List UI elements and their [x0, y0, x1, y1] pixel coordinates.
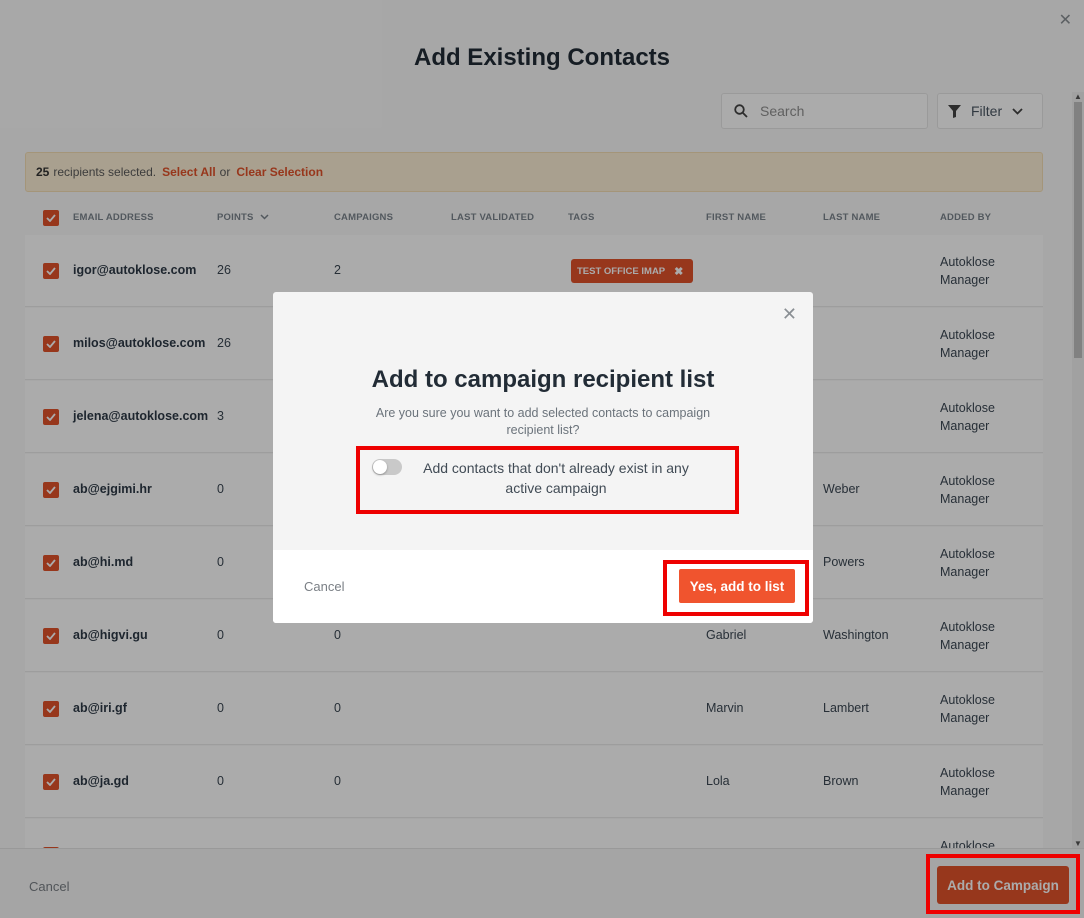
modal-message: Are you sure you want to add selected co…: [375, 406, 711, 437]
new-contacts-only-toggle[interactable]: [372, 459, 402, 475]
modal-title: Add to campaign recipient list: [371, 366, 715, 393]
close-icon[interactable]: ✕: [782, 304, 797, 325]
toggle-label: Add contacts that don't already exist in…: [423, 460, 689, 496]
modal-cancel-link[interactable]: Cancel: [304, 579, 344, 594]
confirm-modal: ✕ Add to campaign recipient list Are you…: [273, 292, 813, 623]
toggle-knob: [373, 460, 387, 474]
modal-footer: Cancel Yes, add to list: [273, 550, 813, 623]
yes-add-to-list-button[interactable]: Yes, add to list: [679, 569, 795, 603]
